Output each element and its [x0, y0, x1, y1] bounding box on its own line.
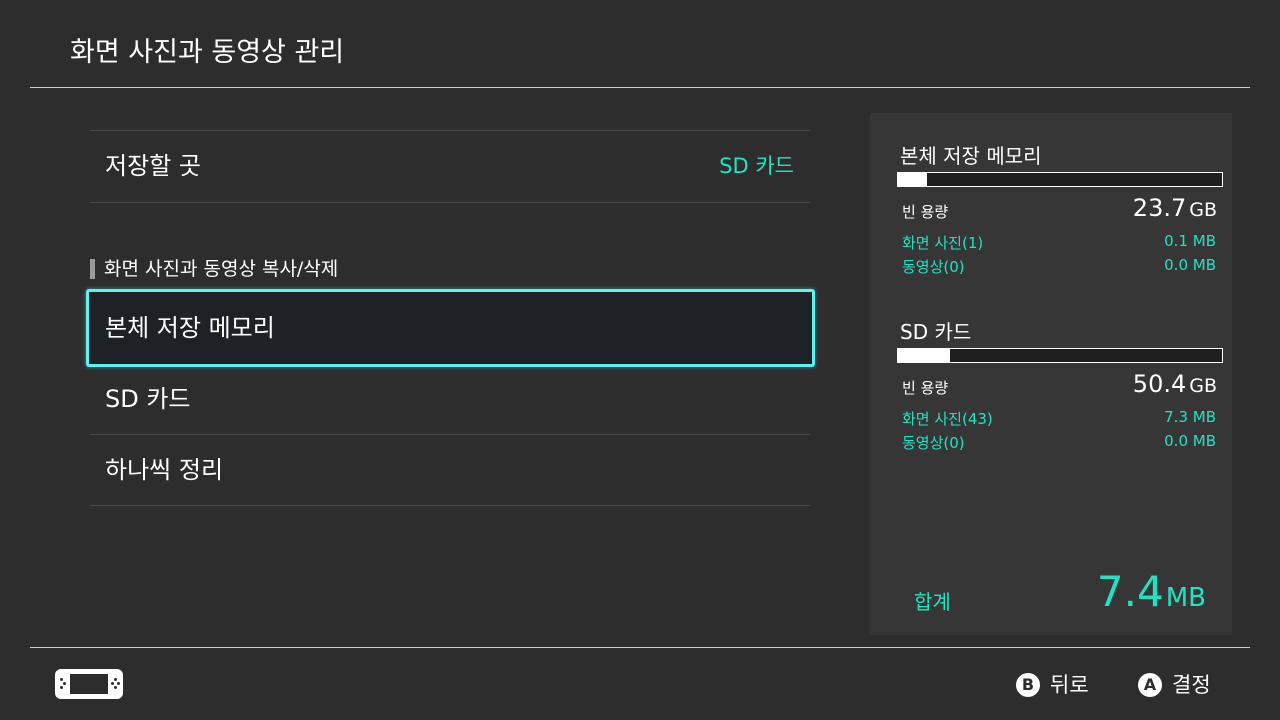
- row-divider: [90, 202, 810, 203]
- sd-videos-label: 동영상(0): [902, 434, 965, 452]
- internal-free-value: 23.7 GB: [1133, 194, 1217, 222]
- back-label: 뒤로: [1050, 673, 1089, 697]
- row-divider: [90, 505, 810, 506]
- sd-free-label: 빈 용량: [902, 379, 949, 397]
- menu-item-label: 하나씩 정리: [105, 456, 224, 484]
- internal-memory-gauge: [897, 172, 1223, 187]
- menu-item-label: 본체 저장 메모리: [105, 314, 275, 342]
- internal-videos-value: 0.0 MB: [1164, 256, 1216, 274]
- sd-card-gauge-fill: [898, 349, 950, 362]
- sd-card-gauge: [897, 348, 1223, 363]
- internal-memory-gauge-fill: [898, 173, 928, 186]
- header-divider: [30, 87, 1250, 88]
- internal-free-unit: GB: [1189, 199, 1217, 221]
- total-unit: MB: [1165, 583, 1206, 613]
- sd-free-number: 50.4: [1132, 370, 1187, 398]
- menu-item-internal-memory[interactable]: 본체 저장 메모리: [86, 289, 815, 367]
- section-marker: [90, 259, 95, 279]
- save-location-row[interactable]: 저장할 곳 SD 카드: [90, 131, 810, 202]
- sd-videos-value: 0.0 MB: [1164, 432, 1216, 450]
- sd-free-value: 50.4 GB: [1133, 370, 1217, 398]
- total-value: 7.4MB: [1097, 567, 1206, 616]
- internal-videos-label: 동영상(0): [902, 258, 965, 276]
- total-label: 합계: [914, 590, 951, 614]
- sd-free-unit: GB: [1189, 375, 1217, 397]
- total-number: 7.4: [1096, 567, 1164, 616]
- internal-memory-title: 본체 저장 메모리: [900, 144, 1042, 168]
- confirm-label: 결정: [1172, 673, 1211, 697]
- page-title: 화면 사진과 동영상 관리: [70, 37, 345, 68]
- menu-item-manage-individually[interactable]: 하나씩 정리: [90, 435, 810, 506]
- save-location-value: SD 카드: [719, 154, 794, 178]
- menu-item-label: SD 카드: [105, 385, 191, 413]
- sd-card-title: SD 카드: [900, 320, 972, 344]
- footer-divider: [30, 647, 1250, 648]
- save-location-label: 저장할 곳: [105, 152, 201, 180]
- console-handheld-icon: [55, 669, 123, 699]
- internal-free-number: 23.7: [1132, 194, 1187, 222]
- internal-free-label: 빈 용량: [902, 203, 949, 221]
- internal-photos-label: 화면 사진(1): [902, 234, 984, 252]
- menu-item-sd-card[interactable]: SD 카드: [90, 364, 810, 435]
- b-button-icon: B: [1016, 673, 1040, 697]
- sd-photos-value: 7.3 MB: [1164, 408, 1216, 426]
- section-title: 화면 사진과 동영상 복사/삭제: [104, 258, 339, 280]
- internal-photos-value: 0.1 MB: [1164, 232, 1216, 250]
- sd-photos-label: 화면 사진(43): [902, 410, 993, 428]
- a-button-icon: A: [1138, 673, 1162, 697]
